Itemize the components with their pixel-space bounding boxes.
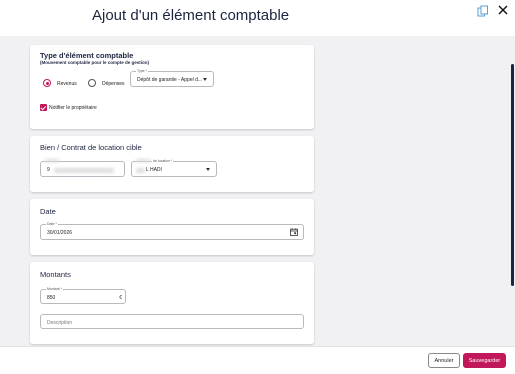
montants-title: Montants <box>40 270 71 279</box>
radio-depenses-label: Dépenses <box>102 80 125 87</box>
date-input-value: 30/01/2026 <box>47 230 73 236</box>
type-element-title: Type d'élément comptable <box>40 51 134 60</box>
save-button[interactable]: Sauvegarder <box>463 353 506 368</box>
type-element-subtitle: (Mouvement comptable pour le compte de g… <box>40 60 150 65</box>
montant-input-label: Montant * <box>46 287 63 291</box>
date-card: Date Date * 30/01/2026 <box>30 199 314 255</box>
description-placeholder: Description <box>47 319 73 326</box>
contrat-label-redacted <box>136 159 151 162</box>
scrollbar[interactable] <box>511 64 514 286</box>
description-input[interactable]: Description <box>40 314 304 329</box>
chevron-down-icon <box>206 168 210 171</box>
contrat-value-redacted <box>136 168 145 173</box>
radio-revenus[interactable] <box>43 79 51 87</box>
copy-icon[interactable] <box>477 5 489 17</box>
montants-card: Montants Montant * 850 € Description <box>30 262 314 344</box>
dialog-header: Ajout d'un élément comptable <box>0 0 515 36</box>
page-title: Ajout d'un élément comptable <box>92 7 290 24</box>
bien-contrat-card: Bien / Contrat de location cible 9 de lo… <box>30 136 314 192</box>
bien-select[interactable]: 9 <box>40 159 125 177</box>
calendar-icon[interactable] <box>290 228 298 236</box>
bien-select-value: 9 <box>47 167 50 173</box>
date-input-label: Date * <box>46 222 58 226</box>
radio-depenses[interactable] <box>88 79 96 87</box>
contrat-select[interactable]: de location * L HADI <box>131 159 217 177</box>
bien-contrat-title: Bien / Contrat de location cible <box>40 143 142 152</box>
cancel-button[interactable]: Annuler <box>428 353 460 368</box>
notify-owner-checkbox[interactable] <box>40 104 47 111</box>
type-element-card: Type d'élément comptable (Mouvement comp… <box>30 45 314 129</box>
currency-euro-icon: € <box>119 295 122 301</box>
bien-label-redacted <box>45 159 59 162</box>
montant-input-value: 850 <box>47 294 56 301</box>
date-title: Date <box>40 207 56 216</box>
contrat-select-value: L HADI <box>146 167 162 173</box>
close-icon[interactable] <box>497 4 509 16</box>
montant-input[interactable]: Montant * 850 € <box>40 287 126 304</box>
type-select[interactable]: Type * Dépôt de garantie - Appel d... <box>130 69 214 87</box>
notify-owner-label: Notifier le propriétaire <box>49 105 97 111</box>
chevron-down-icon <box>203 78 207 81</box>
contrat-select-label: de location * <box>152 159 174 163</box>
radio-revenus-label: Revenus <box>57 80 77 87</box>
date-input[interactable]: Date * 30/01/2026 <box>40 222 304 240</box>
type-select-value: Dépôt de garantie - Appel d... <box>137 77 203 83</box>
type-select-label: Type * <box>136 69 148 73</box>
bien-value-redacted <box>54 168 114 173</box>
